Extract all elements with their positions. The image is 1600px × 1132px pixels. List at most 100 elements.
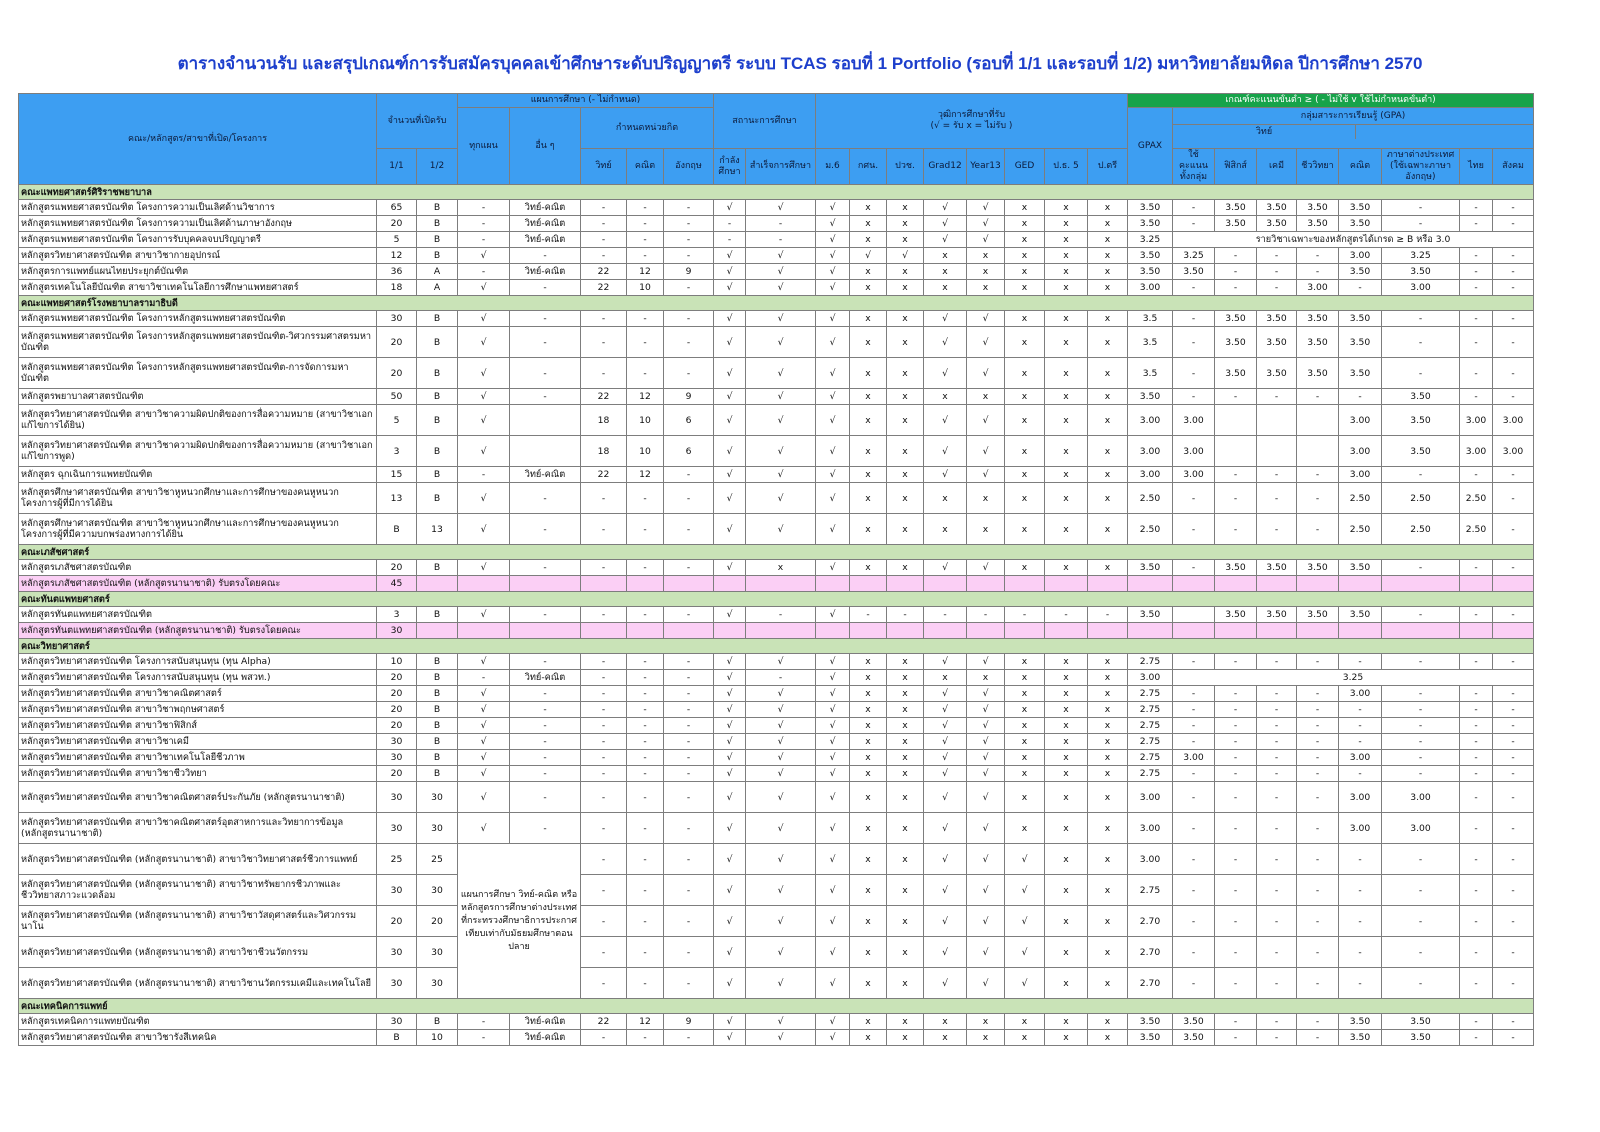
table-cell: -: [1459, 781, 1493, 813]
table-cell: x: [1087, 310, 1128, 327]
table-cell: 9: [663, 388, 714, 405]
table-cell: -: [1492, 310, 1534, 327]
table-cell: -: [1172, 874, 1215, 906]
table-cell: √: [815, 685, 850, 702]
table-cell: √: [713, 310, 746, 327]
table-cell: -: [663, 669, 714, 686]
table-cell: x: [886, 279, 924, 296]
table-cell: 20: [416, 905, 458, 937]
table-cell: x: [1004, 749, 1045, 766]
table-cell: √: [713, 967, 746, 999]
table-cell: [1381, 622, 1460, 639]
table-cell: [626, 575, 664, 592]
table-cell: √: [923, 404, 967, 436]
table-cell: x: [886, 199, 924, 216]
table-cell: -: [509, 653, 581, 670]
table-cell: x: [1044, 357, 1088, 389]
table-cell: x: [886, 905, 924, 937]
section-row: คณะแพทยศาสตร์โรงพยาบาลรามาธิบดี: [18, 295, 1534, 311]
table-cell: √: [713, 559, 746, 576]
table-cell: 3.00: [1127, 843, 1173, 875]
table-cell: [745, 622, 816, 639]
table-cell: -: [457, 199, 510, 216]
section-title: คณะแพทยศาสตร์โรงพยาบาลรามาธิบดี: [18, 295, 1534, 311]
table-cell: x: [886, 435, 924, 467]
table-cell: -: [1492, 466, 1534, 483]
table-cell: -: [626, 812, 664, 844]
table-cell: -: [1381, 701, 1460, 718]
table-cell: x: [886, 781, 924, 813]
table-cell: 30: [416, 874, 458, 906]
table-cell: -: [1296, 936, 1339, 968]
table-cell: [1214, 622, 1257, 639]
table-cell: √: [923, 812, 967, 844]
table-cell: √: [745, 685, 816, 702]
table-cell: B: [416, 310, 458, 327]
table-cell: 30: [376, 622, 417, 639]
table-cell: -: [1172, 482, 1215, 514]
table-cell: -: [1459, 247, 1493, 264]
program-name: หลักสูตรศึกษาศาสตรบัณฑิต สาขาวิชาหูหนวกศ…: [18, 482, 377, 514]
table-cell: -: [1172, 765, 1215, 782]
table-cell: 30: [416, 781, 458, 813]
table-cell: 3.00: [1459, 404, 1493, 436]
table-cell: √: [713, 765, 746, 782]
table-cell: [580, 622, 627, 639]
table-cell: √: [923, 874, 967, 906]
table-cell: √: [457, 279, 510, 296]
table-cell: 3: [376, 435, 417, 467]
table-cell: x: [1004, 812, 1045, 844]
table-cell: x: [886, 749, 924, 766]
table-row: หลักสูตรวิทยาศาสตรบัณฑิต สาขาวิชาความผิด…: [18, 404, 1534, 436]
table-cell: √: [815, 199, 850, 216]
table-cell: 3.50: [1256, 606, 1297, 623]
table-cell: √: [745, 404, 816, 436]
table-cell: √: [966, 310, 1005, 327]
table-cell: B: [416, 559, 458, 576]
table-cell: x: [886, 263, 924, 280]
table-cell: -: [580, 874, 627, 906]
table-row: หลักสูตรวิทยาศาสตรบัณฑิต สาขาวิชารังสีเท…: [18, 1029, 1534, 1046]
table-cell: -: [580, 357, 627, 389]
table-cell: -: [1338, 905, 1382, 937]
table-cell: x: [923, 388, 967, 405]
table-cell: x: [1044, 733, 1088, 750]
table-cell: 22: [580, 279, 627, 296]
table-cell: √: [713, 482, 746, 514]
table-cell: √: [966, 812, 1005, 844]
table-cell: -: [713, 215, 746, 232]
table-cell: √: [815, 874, 850, 906]
table-cell: x: [849, 653, 887, 670]
table-cell: x: [923, 513, 967, 545]
table-cell: -: [457, 215, 510, 232]
table-cell: -: [923, 606, 967, 623]
table-cell: √: [457, 606, 510, 623]
table-cell: -: [1492, 905, 1534, 937]
table-cell: x: [1087, 435, 1128, 467]
header-s-phy: ฟิสิกส์: [1214, 148, 1257, 185]
table-cell: √: [713, 685, 746, 702]
table-cell: √: [1004, 874, 1045, 906]
table-cell: -: [1296, 733, 1339, 750]
table-cell: x: [1004, 388, 1045, 405]
table-cell: √: [457, 701, 510, 718]
table-row: หลักสูตรวิทยาศาสตรบัณฑิต สาขาวิชาเทคโนโล…: [18, 749, 1534, 766]
table-cell: -: [1296, 717, 1339, 734]
table-cell: -: [1296, 247, 1339, 264]
table-cell: -: [580, 685, 627, 702]
table-cell: 3.25: [1127, 231, 1173, 248]
table-cell: 15: [376, 466, 417, 483]
table-cell: -: [626, 874, 664, 906]
header-foreign: ภาษาต่างประเทศ (ใช้เฉพาะภาษาอังกฤษ): [1381, 148, 1460, 185]
table-cell: 2.50: [1459, 482, 1493, 514]
table-cell: x: [886, 843, 924, 875]
table-cell: [1087, 575, 1128, 592]
table-cell: x: [1087, 513, 1128, 545]
table-cell: -: [580, 247, 627, 264]
table-cell: -: [663, 606, 714, 623]
table-cell: √: [966, 843, 1005, 875]
table-cell: -: [580, 231, 627, 248]
program-name: หลักสูตรวิทยาศาสตรบัณฑิต (หลักสูตรนานาชา…: [18, 843, 377, 875]
table-cell: 6: [663, 435, 714, 467]
table-cell: 3.50: [1127, 215, 1173, 232]
